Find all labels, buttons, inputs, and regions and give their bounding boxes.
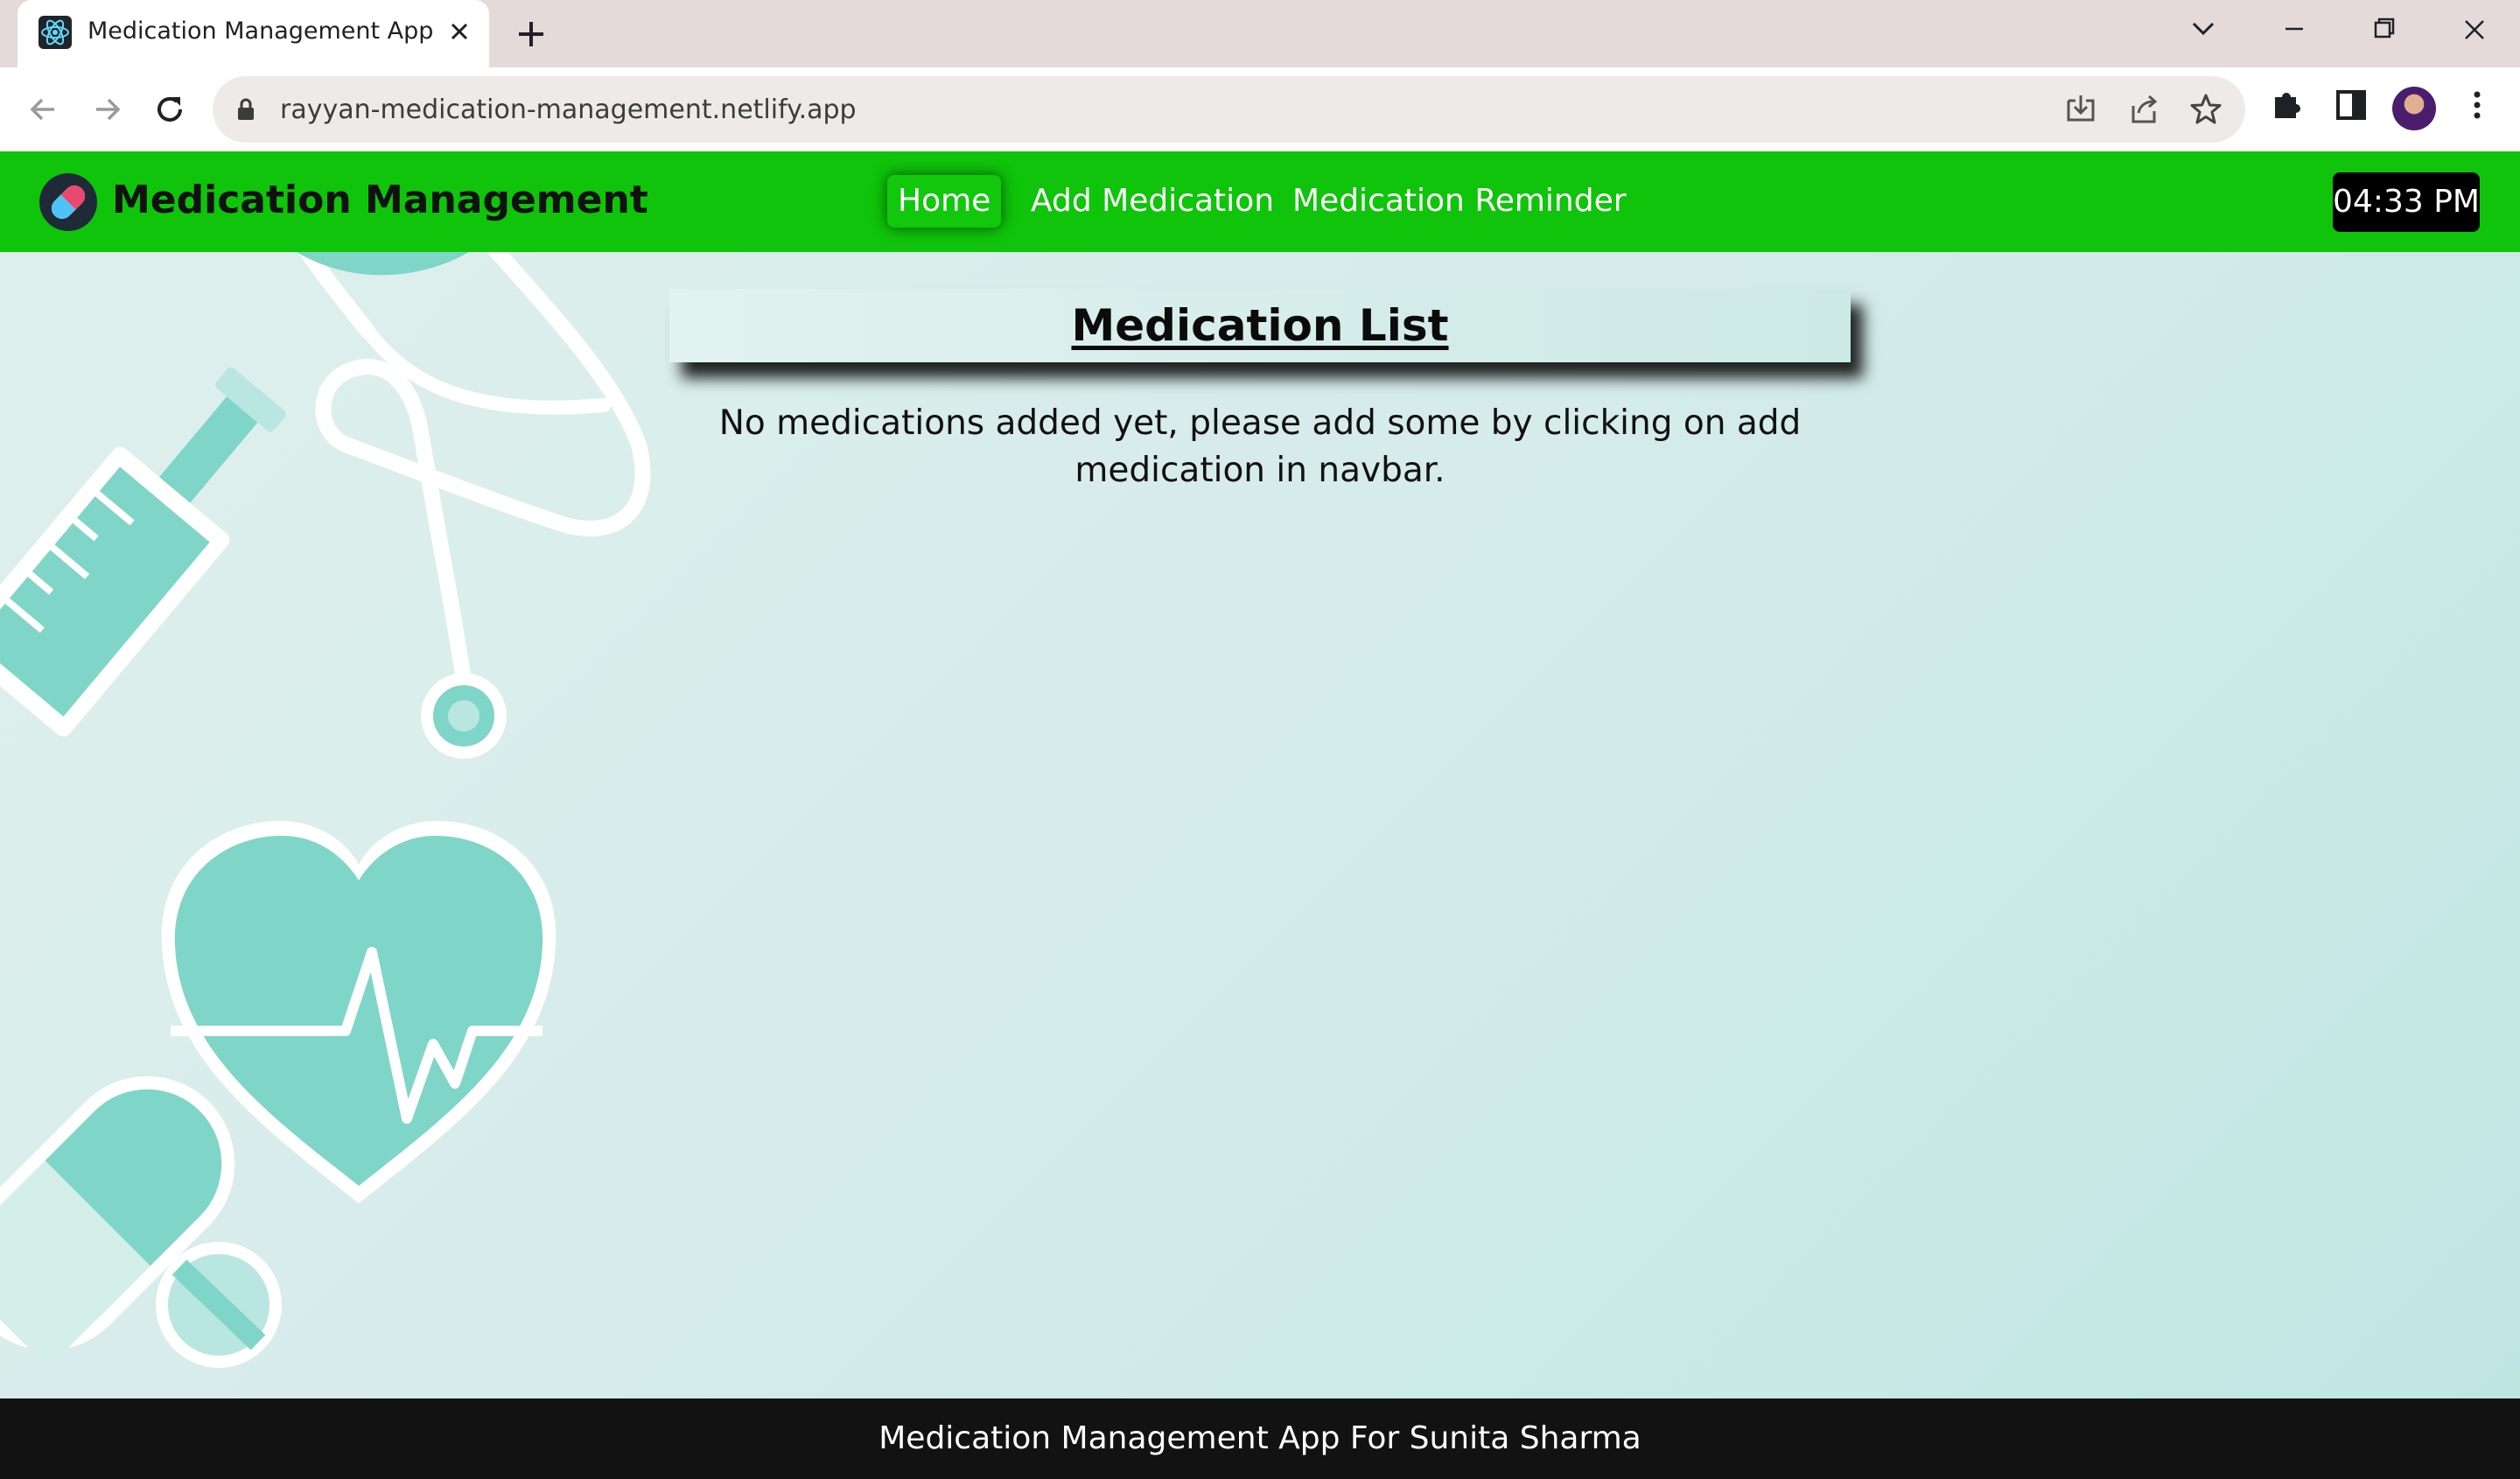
brand-title[interactable]: Medication Management [112,178,648,222]
minimize-icon[interactable] [2268,11,2320,49]
tab-search-chevron-down-icon[interactable] [2177,11,2230,49]
sidebar-icon[interactable] [2331,85,2371,125]
address-bar[interactable]: rayyan-medication-management.netlify.app [213,76,2245,143]
nav-medication-reminder-link[interactable]: Medication Reminder [1282,175,1637,228]
react-favicon-icon [38,16,72,49]
install-app-icon[interactable] [2063,92,2098,127]
pill-logo-icon[interactable] [38,172,98,232]
restore-icon[interactable] [2357,11,2410,49]
medication-list-header: Medication List [669,289,1851,362]
url-text[interactable]: rayyan-medication-management.netlify.app [280,95,857,125]
browser-tab[interactable]: Medication Management App [18,0,489,67]
clock-display: 04:33 PM [2333,172,2480,232]
nav-home-link[interactable]: Home [887,175,1002,228]
syringe-icon [0,367,286,737]
app-navbar: Medication Management Home Add Medicatio… [0,151,2520,252]
profile-avatar[interactable] [2392,87,2436,130]
lock-icon[interactable] [234,97,258,122]
close-window-icon[interactable] [2448,11,2501,49]
empty-state-message: No medications added yet, please add som… [718,403,1802,490]
bookmark-star-icon[interactable] [2188,92,2223,127]
new-tab-plus-icon[interactable] [509,12,553,56]
app-viewport: Medication Management Home Add Medicatio… [0,151,2520,1479]
tab-title: Medication Management App [88,18,434,45]
back-arrow-icon[interactable] [21,87,66,132]
browser-toolbar: rayyan-medication-management.netlify.app [0,67,2520,151]
tab-close-icon[interactable] [440,12,479,51]
nav-add-medication-link[interactable]: Add Medication [1020,175,1284,228]
forward-arrow-icon[interactable] [84,87,130,132]
reload-icon[interactable] [147,87,192,132]
browser-tab-strip: Medication Management App [0,0,2520,67]
extensions-puzzle-icon[interactable] [2268,85,2308,125]
page-title: Medication List [1071,300,1449,351]
app-footer: Medication Management App For Sunita Sha… [0,1398,2520,1479]
share-icon[interactable] [2126,92,2161,127]
stethoscope-icon [297,252,651,759]
kebab-menu-icon[interactable] [2457,85,2497,125]
medical-illustration-background [0,252,651,1369]
